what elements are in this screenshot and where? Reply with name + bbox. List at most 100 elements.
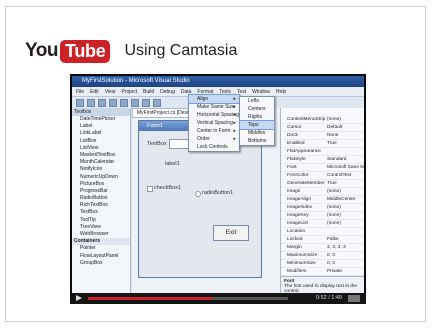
vs-menu-item[interactable]: File — [76, 89, 84, 95]
property-row[interactable]: Enabled True — [281, 140, 364, 148]
toolbox-item[interactable]: FlowLayoutPanel — [72, 253, 130, 260]
property-value[interactable] — [327, 228, 364, 235]
property-name: ContextMenuStrip — [287, 117, 326, 122]
property-row[interactable]: GenerateMember True — [281, 180, 364, 188]
property-row[interactable]: Modifiers Private — [281, 268, 364, 276]
align-menu-item[interactable]: Lefts — [240, 97, 274, 105]
seek-bar[interactable] — [88, 297, 288, 300]
property-row[interactable]: ImageKey (none) — [281, 212, 364, 220]
toolbox-item[interactable]: ListView — [72, 145, 130, 152]
property-value[interactable]: Default — [327, 124, 364, 131]
property-value[interactable]: 3, 3, 3, 3 — [327, 244, 364, 251]
vs-menu-item[interactable]: Project — [121, 89, 137, 95]
toolbox-item[interactable]: Label — [72, 123, 130, 130]
property-row[interactable]: Font Microsoft Sans Serif — [281, 164, 364, 172]
property-row[interactable]: Location — [281, 228, 364, 236]
slide-title: Using Camtasia — [124, 42, 238, 59]
toolbox-item[interactable]: ListBox — [72, 138, 130, 145]
format-menu-item[interactable]: Make Same Size ▸ — [189, 103, 239, 111]
property-value[interactable]: Standard — [327, 156, 364, 163]
format-menu-item[interactable]: Vertical Spacing ▸ — [189, 119, 239, 127]
toolbox-item[interactable]: MonthCalendar — [72, 159, 130, 166]
toolbar-icon — [142, 98, 150, 107]
vs-menu-item[interactable]: View — [105, 89, 116, 95]
format-menu-item[interactable]: Lock Controls — [189, 143, 239, 151]
align-menu-item[interactable]: Middles — [240, 129, 274, 137]
property-name: FlatStyle — [287, 157, 306, 162]
property-value[interactable]: Private — [327, 268, 364, 275]
property-row[interactable]: MaximumSize 0, 0 — [281, 252, 364, 260]
toolbox-item[interactable]: RichTextBox — [72, 202, 130, 209]
vs-menu-item[interactable]: Help — [276, 89, 286, 95]
property-row[interactable]: Dock None — [281, 132, 364, 140]
property-value[interactable]: ControlText — [327, 172, 364, 179]
align-menu-item[interactable]: Bottoms — [240, 137, 274, 145]
slide-header: You Tube Using Camtasia — [25, 38, 237, 64]
property-value[interactable]: 0, 0 — [327, 260, 364, 267]
property-name: MinimumSize — [287, 261, 316, 266]
property-value[interactable]: (none) — [327, 188, 364, 195]
toolbox-item[interactable]: GroupBox — [72, 260, 130, 267]
vs-menu-item[interactable]: Edit — [90, 89, 99, 95]
property-value[interactable]: (none) — [327, 116, 364, 123]
property-value[interactable]: MiddleCenter — [327, 196, 364, 203]
property-name: ForeColor — [287, 173, 309, 178]
toolbox-item[interactable]: DateTimePicker — [72, 116, 130, 123]
toolbox-item[interactable]: NumericUpDown — [72, 174, 130, 181]
vs-menu-item[interactable]: Window — [252, 89, 270, 95]
video-player[interactable]: MyFirstSolution - Microsoft Visual Studi… — [70, 74, 366, 304]
format-menu-item-label: Vertical Spacing — [197, 120, 233, 126]
property-value[interactable]: False — [327, 236, 364, 243]
property-value[interactable]: (none) — [327, 204, 364, 211]
property-name: ImageAlign — [287, 197, 311, 202]
toolbox-group-containers[interactable]: Containers — [72, 238, 130, 246]
toolbox-item[interactable]: WebBrowser — [72, 231, 130, 238]
property-name: Image — [287, 189, 301, 194]
property-value[interactable] — [327, 148, 364, 155]
toolbox-item[interactable]: Pointer — [72, 245, 130, 252]
align-menu-item[interactable]: Centers — [240, 105, 274, 113]
volume-icon[interactable] — [348, 295, 360, 302]
property-value[interactable]: Microsoft Sans Serif — [327, 164, 364, 171]
toolbox-item[interactable]: NotifyIcon — [72, 166, 130, 173]
toolbox-item[interactable]: TreeView — [72, 224, 130, 231]
property-value[interactable]: 0, 0 — [327, 252, 364, 259]
vs-menu-item[interactable]: Debug — [160, 89, 175, 95]
youtube-logo-tube: Tube — [59, 39, 111, 63]
property-row[interactable]: ForeColor ControlText — [281, 172, 364, 180]
property-value[interactable]: True — [327, 140, 364, 147]
property-name: ImageIndex — [287, 205, 313, 210]
property-row[interactable]: Image (none) — [281, 188, 364, 196]
align-menu-item[interactable]: Rights — [240, 113, 274, 121]
format-menu-item[interactable]: Center in Form ▸ — [189, 127, 239, 135]
property-row[interactable]: ContextMenuStrip (none) — [281, 116, 364, 124]
property-row[interactable]: Locked False — [281, 236, 364, 244]
property-row[interactable]: FlatStyle Standard — [281, 156, 364, 164]
property-value[interactable]: (none) — [327, 220, 364, 227]
property-row[interactable]: ImageIndex (none) — [281, 204, 364, 212]
toolbar-icon — [87, 98, 95, 107]
property-row[interactable]: FlatAppearance — [281, 148, 364, 156]
property-value[interactable]: True — [327, 180, 364, 187]
align-menu-item[interactable]: Tops — [239, 120, 275, 130]
property-row[interactable]: Margin 3, 3, 3, 3 — [281, 244, 364, 252]
toolbox-item[interactable]: ProgressBar — [72, 188, 130, 195]
toolbox-item[interactable]: TextBox — [72, 209, 130, 216]
property-row[interactable]: Cursor Default — [281, 124, 364, 132]
property-row[interactable]: ImageAlign MiddleCenter — [281, 196, 364, 204]
toolbox-item[interactable]: RadioButton — [72, 195, 130, 202]
toolbox-item[interactable]: ToolTip — [72, 217, 130, 224]
format-menu-item[interactable]: Order ▸ — [189, 135, 239, 143]
format-menu-item-label: Lock Controls — [197, 144, 228, 150]
toolbox-item[interactable]: MaskedTextBox — [72, 152, 130, 159]
toolbox-item[interactable]: LinkLabel — [72, 130, 130, 137]
property-value[interactable]: None — [327, 132, 364, 139]
property-value[interactable]: (none) — [327, 212, 364, 219]
play-icon[interactable] — [76, 295, 82, 301]
toolbox-item[interactable]: PictureBox — [72, 181, 130, 188]
vs-menu-item[interactable]: Build — [143, 89, 154, 95]
property-row[interactable]: ImageList (none) — [281, 220, 364, 228]
format-menu-item[interactable]: Align ▸ — [188, 94, 240, 104]
property-row[interactable]: MinimumSize 0, 0 — [281, 260, 364, 268]
format-menu-item[interactable]: Horizontal Spacing ▸ — [189, 111, 239, 119]
